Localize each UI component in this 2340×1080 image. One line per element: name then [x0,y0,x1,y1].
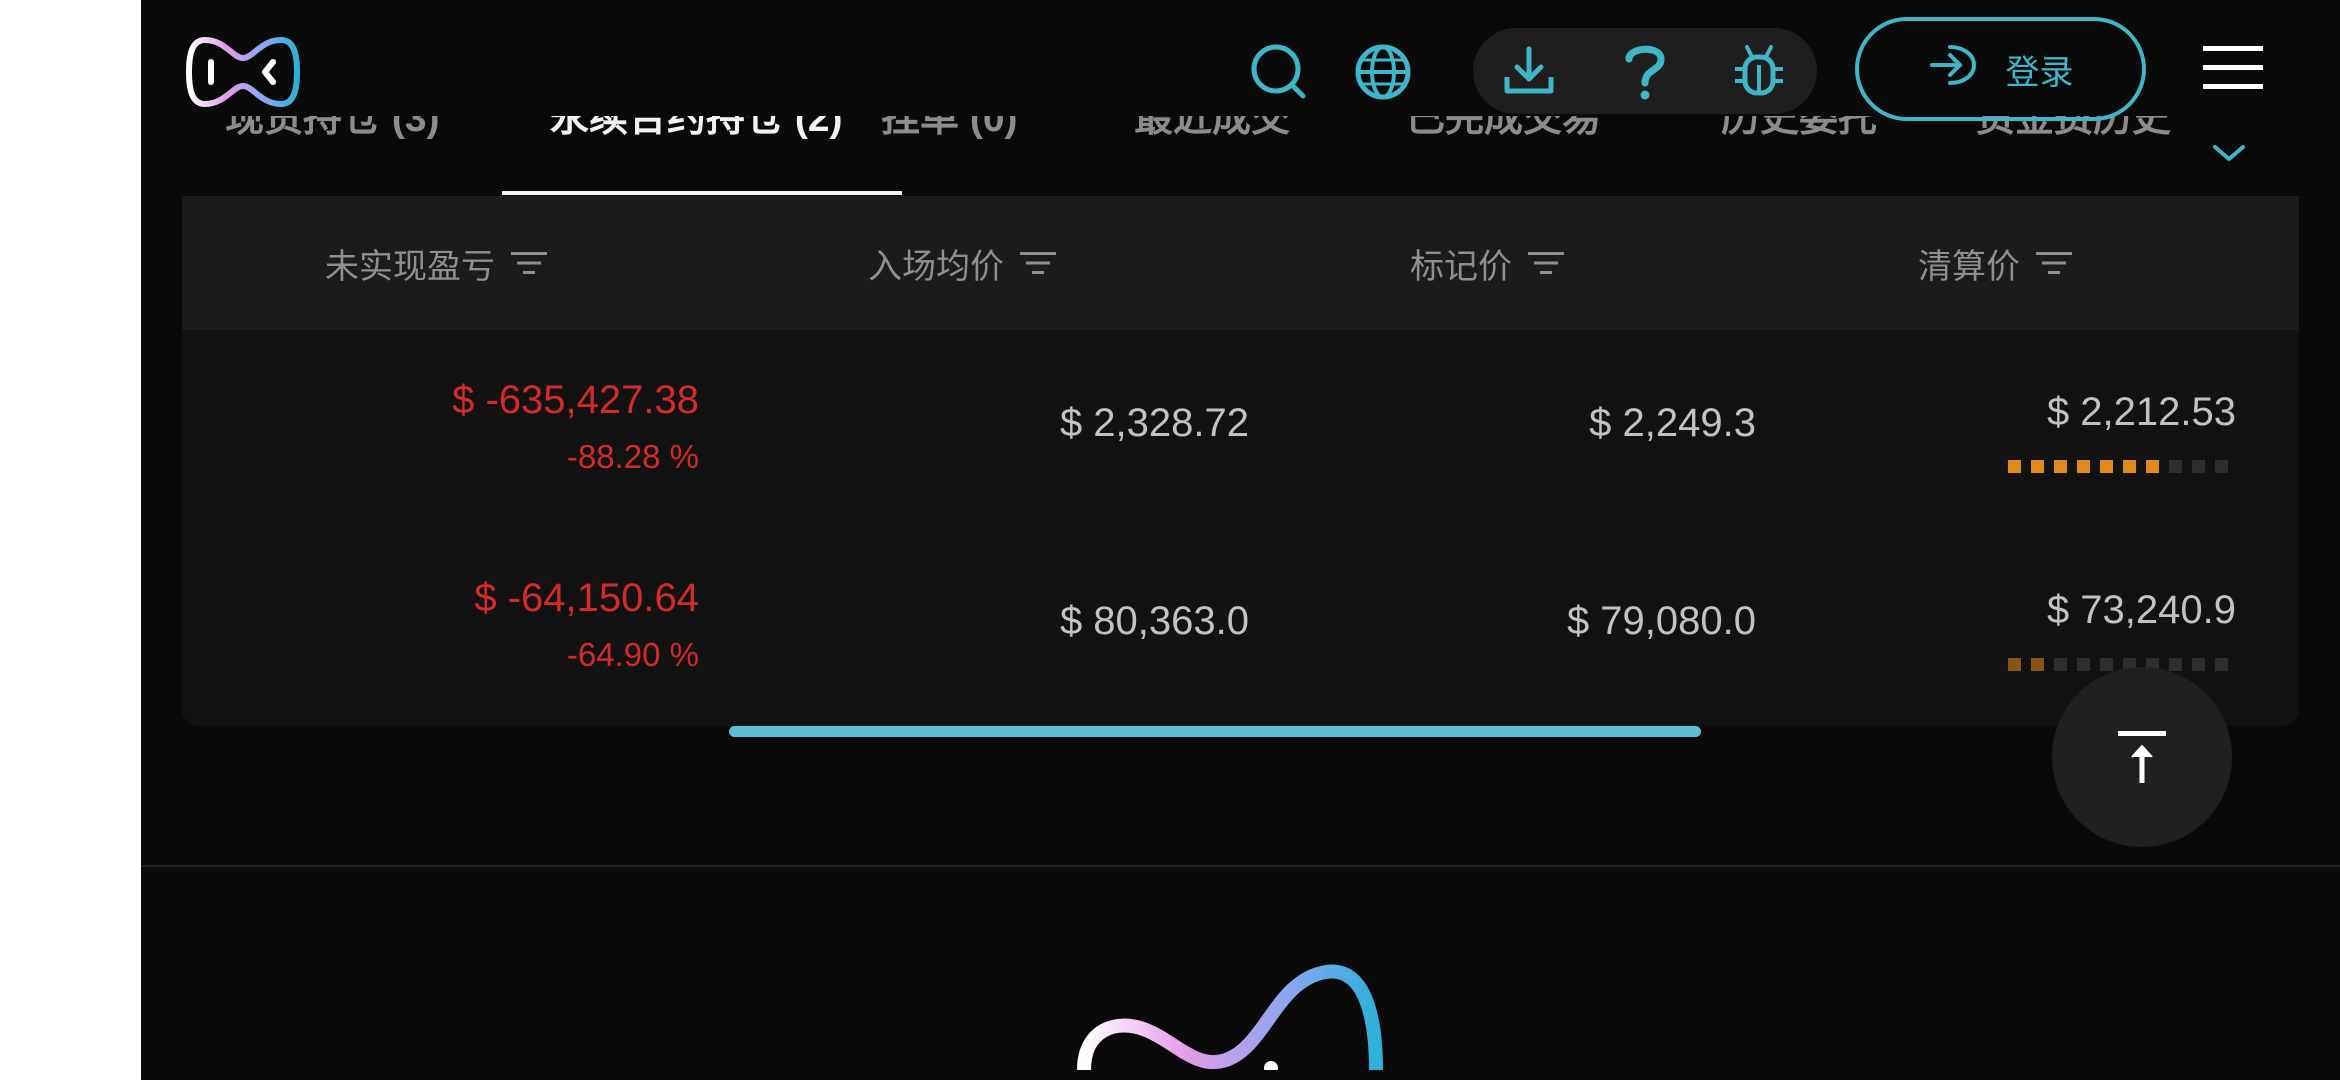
arrow-up-to-line-icon [2118,731,2166,783]
risk-segment [2215,460,2228,473]
download-icon[interactable] [1489,31,1569,111]
unrealized-pnl-value: $ -64,150.64 [474,576,699,620]
liquidation-price-value: $ 73,240.9 [2046,588,2236,632]
utility-group [1473,28,1817,114]
column-mark-price[interactable]: 标记价 [1410,196,1566,330]
positions-table: 未实现盈亏 入场均价 标记价 清算价 $ -635,427.38 -88.28 … [182,196,2299,726]
unrealized-pnl-percent: -88.28 % [566,438,699,475]
scroll-to-top-button[interactable] [2052,667,2232,847]
top-header: 登录 [141,0,2340,140]
filter-icon [1528,252,1564,274]
globe-icon[interactable] [1343,32,1423,112]
risk-segment [2100,460,2113,473]
horizontal-scrollbar[interactable] [729,726,1701,737]
filter-icon [511,252,547,274]
liquidation-risk-meter [2008,460,2228,473]
risk-segment [2169,460,2182,473]
bug-icon[interactable] [1719,31,1799,111]
filter-icon [2036,252,2072,274]
entry-price-value: $ 2,328.72 [1059,401,1249,445]
active-tab-indicator [502,191,902,195]
filter-icon [1020,252,1056,274]
app-screen: 登录 现货持仓 (3) 永续合约持仓 (2) 挂单 (0) 最近成交 已完成交易… [141,0,2340,1080]
risk-segment [2054,460,2067,473]
logo-icon[interactable] [185,28,301,116]
footer-logo-icon [1076,960,1416,1070]
risk-segment [2169,658,2182,671]
login-icon [1928,43,1978,96]
risk-segment [2008,658,2021,671]
menu-icon[interactable] [2201,42,2265,94]
risk-segment [2123,460,2136,473]
risk-segment [2077,460,2090,473]
risk-segment [2192,658,2205,671]
risk-segment [2008,460,2021,473]
risk-segment [2192,460,2205,473]
login-label: 登录 [2005,53,2074,92]
help-icon[interactable] [1605,31,1685,111]
risk-segment [2215,658,2228,671]
table-header: 未实现盈亏 入场均价 标记价 清算价 [182,196,2299,330]
mark-price-value: $ 79,080.0 [1566,599,1756,643]
risk-segment [2054,658,2067,671]
risk-segment [2077,658,2090,671]
unrealized-pnl-value: $ -635,427.38 [452,378,699,422]
risk-segment [2146,460,2159,473]
entry-price-value: $ 80,363.0 [1059,599,1249,643]
liquidation-price-value: $ 2,212.53 [2046,390,2236,434]
column-liquidation-price[interactable]: 清算价 [1918,196,2074,330]
column-entry-price[interactable]: 入场均价 [868,196,1058,330]
login-button[interactable]: 登录 [1855,17,2146,121]
risk-segment [2031,658,2044,671]
risk-segment [2031,460,2044,473]
column-unrealized-pnl[interactable]: 未实现盈亏 [325,196,549,330]
footer-divider [141,865,2340,867]
unrealized-pnl-percent: -64.90 % [566,636,699,673]
search-icon[interactable] [1239,32,1319,112]
risk-segment [2100,658,2113,671]
mark-price-value: $ 2,249.3 [1589,401,1756,445]
